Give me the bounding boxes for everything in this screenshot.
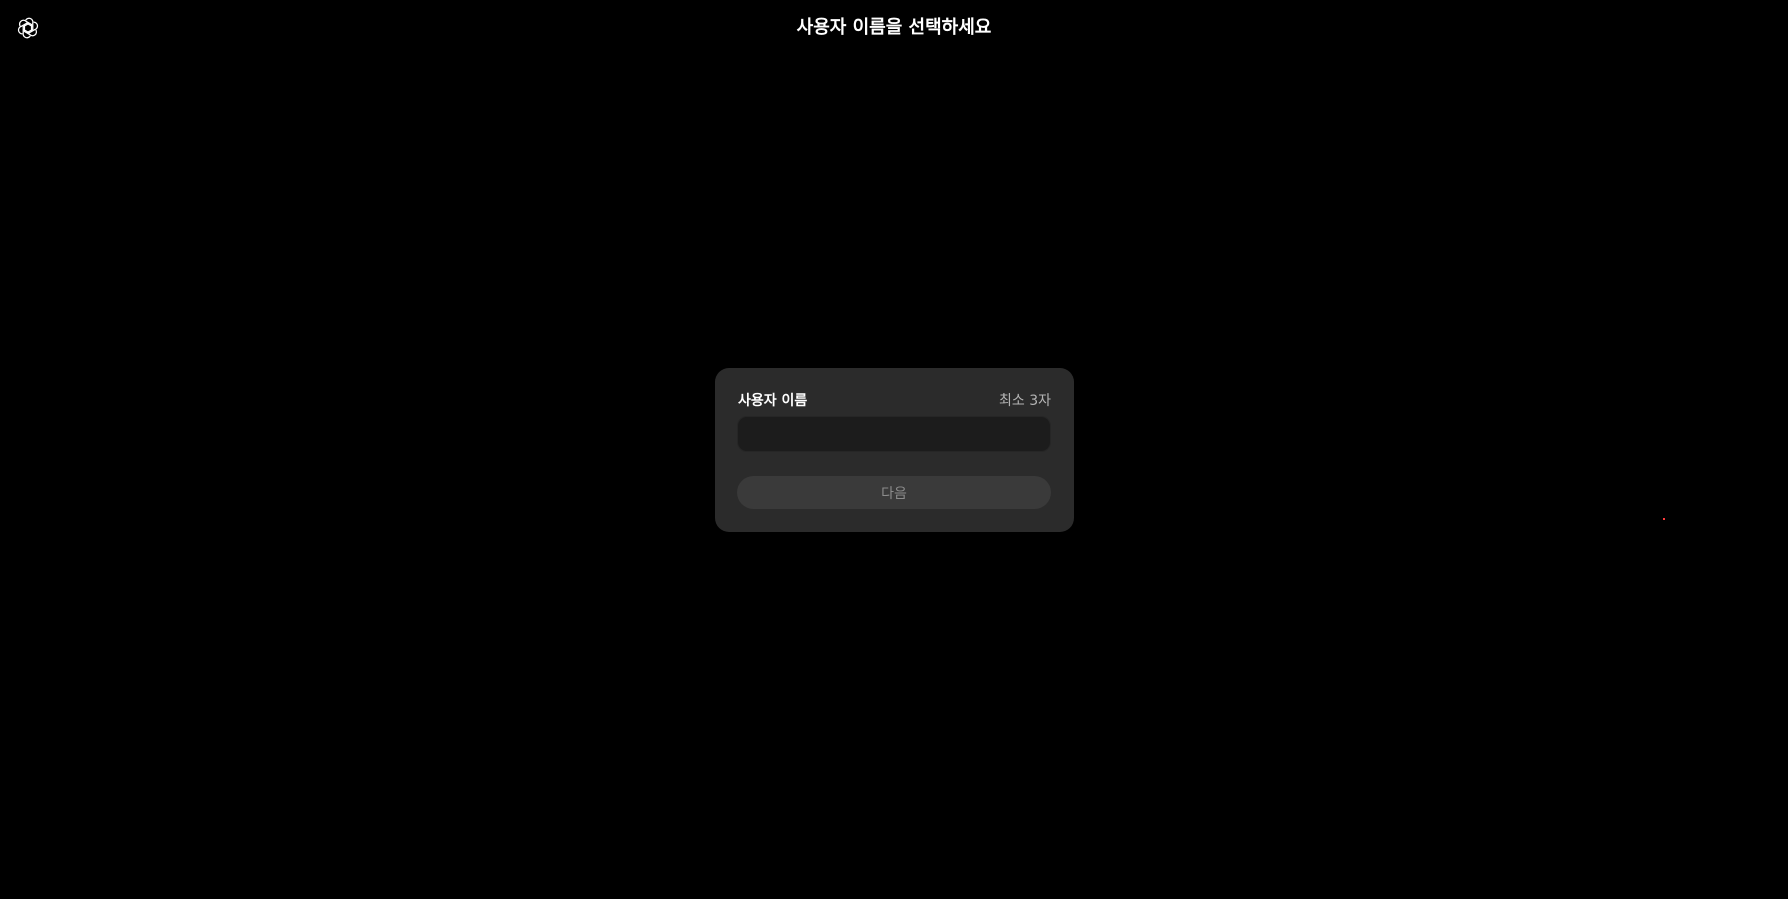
username-input[interactable] [737,416,1051,452]
cursor-marker [1663,518,1665,520]
username-hint: 최소 3자 [999,393,1051,409]
page: 사용자 이름을 선택하세요 사용자 이름 최소 3자 다음 [0,0,1788,899]
page-title: 사용자 이름을 선택하세요 [796,17,992,38]
username-label: 사용자 이름 [738,393,808,409]
next-button[interactable]: 다음 [737,476,1051,509]
username-card: 사용자 이름 최소 3자 다음 [715,368,1074,532]
username-field-header: 사용자 이름 최소 3자 [738,390,1051,410]
